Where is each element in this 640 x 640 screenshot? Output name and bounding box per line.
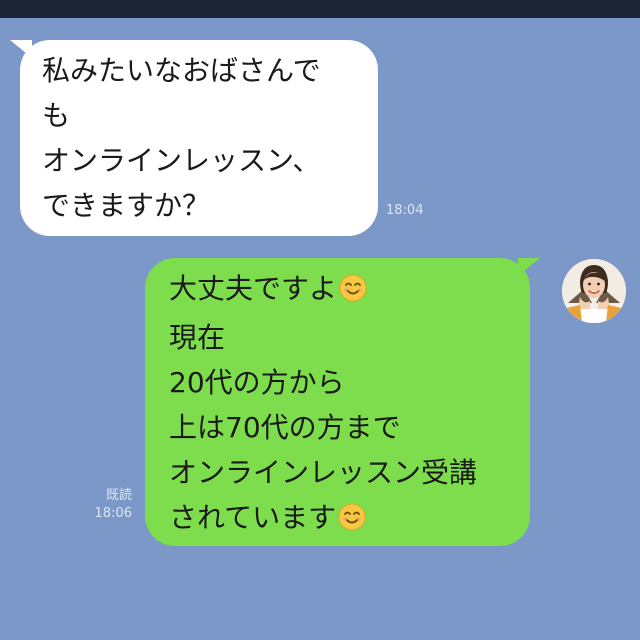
read-receipt-label: 既読 <box>105 488 132 503</box>
status-bar <box>0 0 640 18</box>
incoming-line-3: オンラインレッスン、 <box>42 144 321 177</box>
outgoing-line-1: 大丈夫ですよ <box>169 272 338 305</box>
incoming-line-4: できますか？ <box>42 189 211 222</box>
avatar[interactable] <box>562 259 626 323</box>
smiling-face-icon <box>339 270 367 315</box>
incoming-line-2: も <box>42 99 71 132</box>
outgoing-line-6: されています <box>169 501 337 534</box>
outgoing-line-3: 20代の方から <box>169 366 345 399</box>
incoming-message-text: 私みたいなおばさんで も オンラインレッスン、 できますか？ <box>42 48 378 228</box>
incoming-line-1: 私みたいなおばさんで <box>42 54 321 87</box>
outgoing-message-timestamp: 18:06 <box>94 506 132 521</box>
outgoing-bubble-tail <box>518 258 540 276</box>
incoming-message-timestamp: 18:04 <box>386 203 424 218</box>
outgoing-line-4: 上は70代の方まで <box>169 411 401 444</box>
smiling-face-icon <box>338 499 366 544</box>
outgoing-message-bubble[interactable]: 大丈夫ですよ 現在 20代の方から 上は70代の方まで オンラインレッスン受講 … <box>145 258 540 546</box>
outgoing-message-text: 大丈夫ですよ 現在 20代の方から 上は70代の方まで オンラインレッスン受講 … <box>169 266 530 544</box>
incoming-message-bubble[interactable]: 私みたいなおばさんで も オンラインレッスン、 できますか？ <box>10 40 378 236</box>
outgoing-line-5: オンラインレッスン受講 <box>169 456 478 489</box>
incoming-bubble-tail <box>10 40 32 58</box>
outgoing-message-meta: 既読 18:06 <box>86 487 132 523</box>
outgoing-line-2: 現在 <box>169 321 226 354</box>
